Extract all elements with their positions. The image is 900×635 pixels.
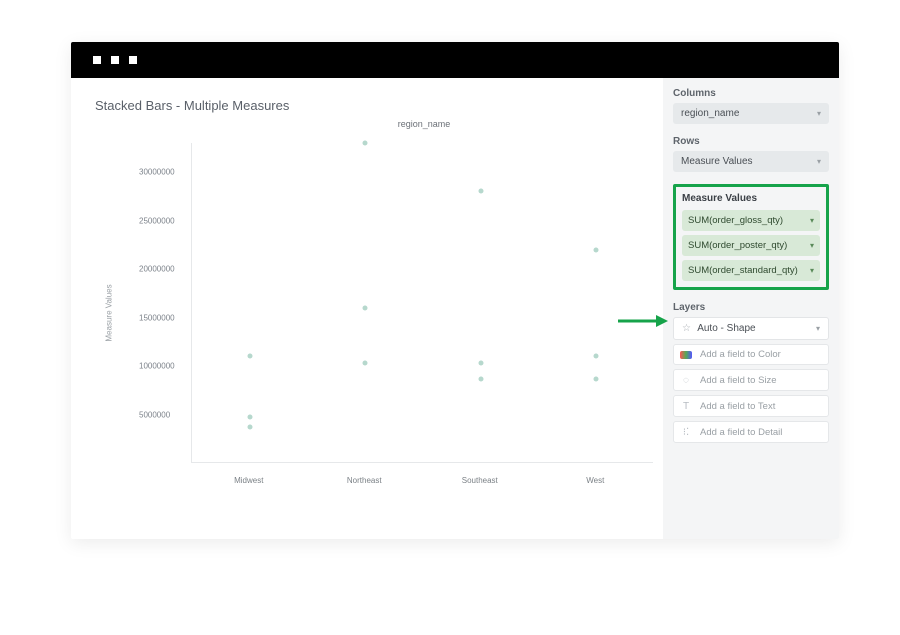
rows-pill-text: Measure Values — [681, 156, 753, 167]
chevron-down-icon: ▾ — [817, 157, 821, 166]
layers-label: Layers — [673, 302, 829, 313]
layer-text-placeholder: Add a field to Text — [700, 401, 775, 412]
measure-value-text: SUM(order_poster_qty) — [688, 240, 787, 251]
star-icon: ☆ — [682, 323, 691, 334]
chevron-down-icon: ▾ — [810, 266, 814, 275]
data-point[interactable] — [594, 247, 599, 252]
window-control-dot[interactable] — [93, 56, 101, 64]
chevron-down-icon: ▾ — [817, 109, 821, 118]
measure-value-pill[interactable]: SUM(order_poster_qty) ▾ — [682, 235, 820, 256]
detail-icon: ⁝⁚ — [680, 426, 692, 438]
layer-size-drop[interactable]: ◌ Add a field to Size — [673, 369, 829, 391]
chevron-down-icon: ▾ — [816, 324, 820, 333]
rows-section: Rows Measure Values ▾ — [673, 136, 829, 172]
measure-value-pill[interactable]: SUM(order_standard_qty) ▾ — [682, 260, 820, 281]
data-point[interactable] — [363, 141, 368, 146]
x-tick-label: Southeast — [462, 476, 498, 485]
chevron-down-icon: ▾ — [810, 241, 814, 250]
size-icon: ◌ — [680, 374, 692, 386]
data-point[interactable] — [247, 354, 252, 359]
side-panel: Columns region_name ▾ Rows Measure Value… — [663, 78, 839, 539]
data-point[interactable] — [594, 354, 599, 359]
chevron-down-icon: ▾ — [810, 216, 814, 225]
data-point[interactable] — [247, 415, 252, 420]
measure-values-label: Measure Values — [682, 193, 820, 204]
measure-value-text: SUM(order_standard_qty) — [688, 265, 798, 276]
y-axis-label: Measure Values — [105, 284, 114, 341]
measure-values-box: Measure Values SUM(order_gloss_qty) ▾ SU… — [673, 184, 829, 290]
app-window: Stacked Bars - Multiple Measures region_… — [71, 42, 839, 539]
data-point[interactable] — [478, 189, 483, 194]
data-point[interactable] — [478, 376, 483, 381]
content-area: Stacked Bars - Multiple Measures region_… — [71, 78, 839, 539]
layers-section: Layers ☆ Auto - Shape ▾ Add a field to C… — [673, 302, 829, 443]
layer-color-drop[interactable]: Add a field to Color — [673, 344, 829, 365]
y-tick-label: 30000000 — [139, 168, 175, 177]
data-point[interactable] — [363, 361, 368, 366]
data-point[interactable] — [247, 425, 252, 430]
chart-subtitle: region_name — [185, 119, 663, 129]
plot-area — [191, 143, 653, 463]
y-tick-label: 5000000 — [139, 410, 170, 419]
chart-panel: Stacked Bars - Multiple Measures region_… — [71, 78, 663, 539]
chart-title: Stacked Bars - Multiple Measures — [95, 98, 663, 113]
columns-label: Columns — [673, 88, 829, 99]
chart-plot: Measure Values 5000000100000001500000020… — [119, 133, 663, 493]
layer-text-drop[interactable]: T Add a field to Text — [673, 395, 829, 417]
layer-color-placeholder: Add a field to Color — [700, 349, 781, 360]
columns-pill-text: region_name — [681, 108, 739, 119]
x-tick-label: West — [586, 476, 604, 485]
rows-label: Rows — [673, 136, 829, 147]
x-tick-label: Midwest — [234, 476, 263, 485]
y-tick-label: 10000000 — [139, 362, 175, 371]
y-tick-label: 15000000 — [139, 313, 175, 322]
measure-value-text: SUM(order_gloss_qty) — [688, 215, 783, 226]
layers-type-text: Auto - Shape — [697, 323, 755, 334]
window-titlebar — [71, 42, 839, 78]
data-point[interactable] — [363, 305, 368, 310]
y-tick-label: 25000000 — [139, 216, 175, 225]
x-tick-label: Northeast — [347, 476, 382, 485]
measure-value-pill[interactable]: SUM(order_gloss_qty) ▾ — [682, 210, 820, 231]
y-tick-label: 20000000 — [139, 265, 175, 274]
columns-pill[interactable]: region_name ▾ — [673, 103, 829, 124]
color-swatch-icon — [680, 351, 692, 359]
data-point[interactable] — [594, 376, 599, 381]
layer-detail-drop[interactable]: ⁝⁚ Add a field to Detail — [673, 421, 829, 443]
text-icon: T — [680, 400, 692, 412]
window-control-dot[interactable] — [129, 56, 137, 64]
window-control-dot[interactable] — [111, 56, 119, 64]
layer-detail-placeholder: Add a field to Detail — [700, 427, 782, 438]
rows-pill[interactable]: Measure Values ▾ — [673, 151, 829, 172]
layer-size-placeholder: Add a field to Size — [700, 375, 777, 386]
columns-section: Columns region_name ▾ — [673, 88, 829, 124]
layers-type-pill[interactable]: ☆ Auto - Shape ▾ — [673, 317, 829, 340]
data-point[interactable] — [478, 361, 483, 366]
